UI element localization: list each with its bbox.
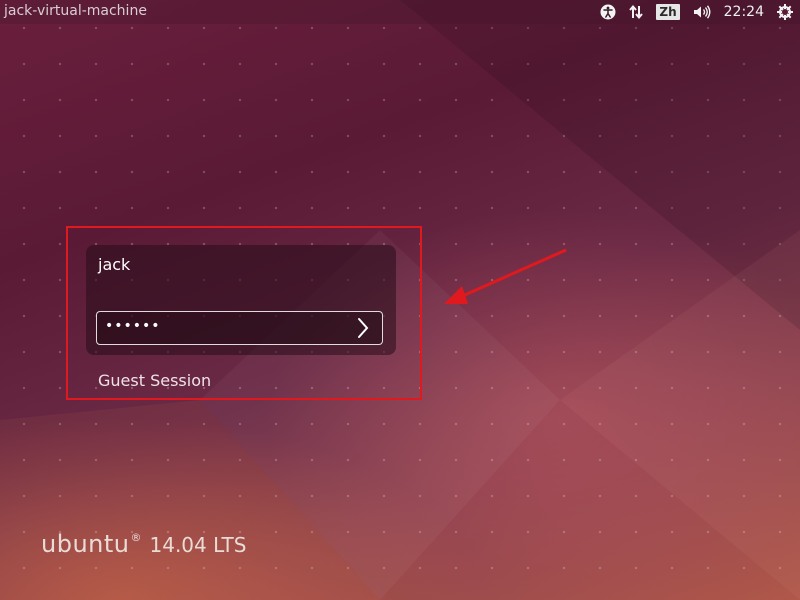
volume-icon[interactable]: [692, 4, 712, 20]
os-version: 14.04 LTS: [149, 533, 247, 557]
panel-indicators: Zh 22:24: [588, 0, 794, 24]
keyboard-language-icon[interactable]: Zh: [656, 4, 680, 20]
clock[interactable]: 22:24: [724, 4, 764, 20]
os-branding: ubuntu ® 14.04 LTS: [41, 530, 246, 558]
password-value: ••••••: [105, 318, 161, 334]
password-field[interactable]: ••••••: [96, 311, 383, 345]
network-icon[interactable]: [628, 4, 644, 20]
brand-circle-mark: ®: [130, 531, 142, 544]
submit-arrow-icon[interactable]: [352, 317, 374, 339]
login-screen: jack-virtual-machine Zh 22:24 jack •••••…: [0, 0, 800, 600]
brand-name: ubuntu: [41, 530, 130, 558]
power-icon[interactable]: [776, 3, 794, 21]
top-panel: jack-virtual-machine Zh 22:24: [0, 0, 800, 24]
hostname-label: jack-virtual-machine: [4, 3, 147, 19]
guest-session-option[interactable]: Guest Session: [98, 371, 211, 390]
login-card: jack ••••••: [86, 245, 396, 355]
accessibility-icon[interactable]: [600, 4, 616, 20]
username-label[interactable]: jack: [98, 255, 130, 274]
